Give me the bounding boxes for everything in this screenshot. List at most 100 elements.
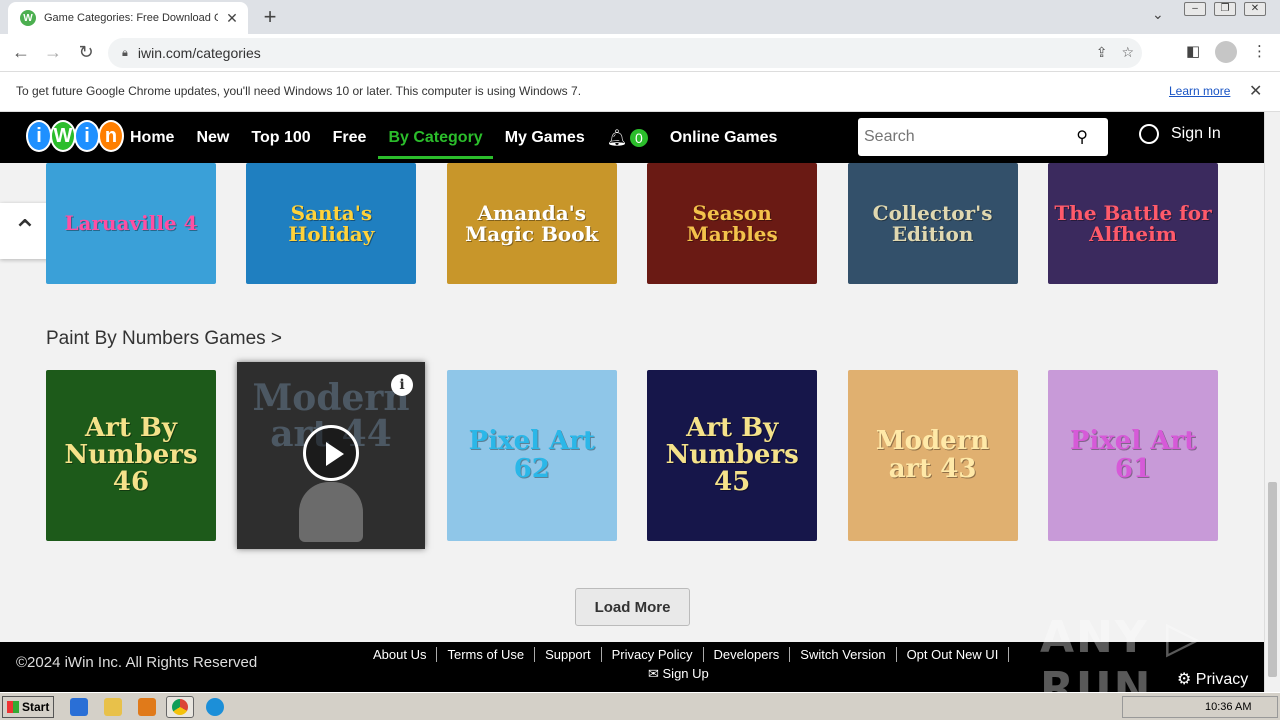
search-input[interactable] bbox=[864, 128, 1064, 146]
footer-link[interactable]: Switch Version bbox=[790, 647, 897, 662]
nav-home[interactable]: Home bbox=[130, 112, 174, 163]
windows-taskbar: Start 10:36 AM bbox=[0, 692, 1280, 720]
explorer-folder-icon[interactable] bbox=[104, 698, 122, 716]
logo-letter: i bbox=[26, 120, 52, 152]
logo-letter: W bbox=[50, 120, 76, 152]
game-tile[interactable]: Laruaville 4 bbox=[46, 163, 216, 284]
minimize-icon[interactable]: – bbox=[1184, 2, 1206, 16]
footer-link[interactable]: Support bbox=[535, 647, 602, 662]
back-arrow-icon[interactable]: ← bbox=[10, 42, 32, 63]
nav-online-games[interactable]: Online Games bbox=[670, 112, 778, 163]
play-video-icon[interactable] bbox=[303, 425, 359, 481]
game-tile[interactable]: Season Marbles bbox=[647, 163, 818, 284]
lock-icon: 🔒︎ bbox=[122, 46, 128, 59]
owl-artwork bbox=[299, 482, 363, 542]
infobar-close-icon[interactable]: ✕ bbox=[1249, 81, 1262, 101]
menu-kebab-icon[interactable]: ⋮ bbox=[1252, 42, 1267, 60]
scroll-to-top-button[interactable]: ⌃ bbox=[0, 203, 50, 259]
edge-icon[interactable] bbox=[206, 698, 224, 716]
user-icon bbox=[1139, 124, 1159, 144]
clock: 10:36 AM bbox=[1205, 701, 1252, 713]
notification-count-badge: 0 bbox=[630, 128, 648, 147]
ie-icon[interactable] bbox=[70, 698, 88, 716]
section-title-paint-by-numbers[interactable]: Paint By Numbers Games > bbox=[46, 328, 282, 350]
footer-link[interactable]: Privacy Policy bbox=[602, 647, 704, 662]
learn-more-link[interactable]: Learn more bbox=[1169, 84, 1230, 98]
media-player-icon[interactable] bbox=[138, 698, 156, 716]
restore-icon[interactable]: ❐ bbox=[1214, 2, 1236, 16]
game-tile[interactable]: Amanda's Magic Book bbox=[446, 163, 617, 284]
game-title: Pixel Art 61 bbox=[1069, 426, 1197, 484]
sign-in-label: Sign In bbox=[1171, 125, 1221, 142]
logo-letter: i bbox=[74, 120, 100, 152]
game-title: The Battle for Alfheim bbox=[1054, 200, 1212, 246]
search-icon[interactable]: ⚲ bbox=[1076, 127, 1088, 147]
footer-link[interactable]: Developers bbox=[704, 647, 791, 662]
share-icon[interactable]: ⇪ bbox=[1096, 44, 1108, 61]
chrome-update-infobar: To get future Google Chrome updates, you… bbox=[0, 72, 1280, 112]
nav-my-games[interactable]: My Games bbox=[505, 112, 585, 163]
url-text: iwin.com/categories bbox=[137, 45, 261, 61]
chevron-up-icon: ⌃ bbox=[12, 214, 38, 248]
game-title: Art By Numbers 45 bbox=[665, 412, 799, 498]
start-button[interactable]: Start bbox=[2, 696, 54, 718]
omnibox-actions: ⇪ ☆ bbox=[1096, 44, 1134, 61]
copyright-text: ©2024 iWin Inc. All Rights Reserved bbox=[16, 654, 258, 671]
game-title: Laruaville 4 bbox=[64, 211, 198, 235]
new-tab-icon[interactable]: + bbox=[258, 4, 282, 30]
info-icon[interactable]: i bbox=[391, 374, 413, 396]
system-tray: 10:36 AM bbox=[1122, 696, 1278, 718]
reload-icon[interactable]: ↻ bbox=[75, 42, 97, 63]
game-tile[interactable]: Modern art 43 bbox=[847, 370, 1018, 541]
infobar-message: To get future Google Chrome updates, you… bbox=[16, 84, 582, 98]
chrome-icon bbox=[172, 699, 188, 715]
footer-link[interactable]: Opt Out New UI bbox=[897, 647, 1010, 662]
game-tile[interactable]: Pixel Art 61 bbox=[1048, 370, 1218, 541]
game-tile[interactable]: Santa's Holiday bbox=[246, 163, 417, 284]
bookmark-star-icon[interactable]: ☆ bbox=[1121, 44, 1134, 61]
game-title: Modern art 43 bbox=[875, 426, 990, 484]
footer-link[interactable]: Terms of Use bbox=[437, 647, 536, 662]
game-title: Season Marbles bbox=[686, 200, 778, 246]
game-tile-hovered[interactable]: Modern art 44 i bbox=[237, 362, 425, 549]
close-window-icon[interactable]: ✕ bbox=[1244, 2, 1266, 16]
page-scrollbar[interactable] bbox=[1264, 112, 1280, 692]
window-controls: – ❐ ✕ bbox=[1184, 2, 1266, 16]
nav-links: Home New Top 100 Free By Category My Gam… bbox=[130, 112, 777, 163]
game-tile[interactable]: Art By Numbers 45 bbox=[647, 370, 818, 541]
bell-icon: 🔔︎ bbox=[606, 129, 628, 147]
footer-link[interactable]: About Us bbox=[363, 647, 438, 662]
game-row-top: Laruaville 4 Santa's Holiday Amanda's Magi… bbox=[46, 163, 1218, 284]
game-title: Santa's Holiday bbox=[288, 200, 375, 246]
game-row-paint-by-numbers: Art By Numbers 46Modern art 44Pixel Art … bbox=[46, 370, 1218, 541]
game-tile[interactable]: Pixel Art 62 bbox=[446, 370, 617, 541]
start-label: Start bbox=[22, 700, 50, 714]
load-more-button[interactable]: Load More bbox=[575, 588, 690, 626]
logo-letter: n bbox=[98, 120, 124, 152]
nav-new[interactable]: New bbox=[196, 112, 229, 163]
chrome-taskbar-button[interactable] bbox=[166, 696, 194, 718]
browser-tab[interactable]: W Game Categories: Free Download G ✕ bbox=[8, 2, 248, 34]
profile-avatar-icon[interactable] bbox=[1215, 41, 1237, 63]
sign-in-button[interactable]: Sign In bbox=[1139, 124, 1221, 144]
forward-arrow-icon[interactable]: → bbox=[42, 42, 64, 63]
browser-toolbar: ← → ↻ 🔒︎ iwin.com/categories ⇪ ☆ ◧ ⋮ bbox=[0, 34, 1280, 72]
nav-by-category[interactable]: By Category bbox=[378, 112, 493, 163]
game-tile[interactable]: Art By Numbers 46 bbox=[46, 370, 216, 541]
footer-links: About Us Terms of Use Support Privacy Polic… bbox=[363, 647, 1010, 662]
address-bar[interactable]: 🔒︎ iwin.com/categories ⇪ ☆ bbox=[108, 38, 1142, 68]
game-tile[interactable]: The Battle for Alfheim bbox=[1048, 163, 1218, 284]
tab-search-chevron-icon[interactable]: ⌄ bbox=[1152, 6, 1164, 23]
game-title: Amanda's Magic Book bbox=[465, 200, 599, 246]
game-title: Art By Numbers 46 bbox=[64, 412, 198, 498]
iwin-logo[interactable]: iWin bbox=[26, 120, 124, 152]
nav-top-100[interactable]: Top 100 bbox=[251, 112, 310, 163]
game-tile[interactable]: Collector's Edition bbox=[847, 163, 1018, 284]
nav-free[interactable]: Free bbox=[333, 112, 367, 163]
site-search: ⚲ bbox=[858, 118, 1108, 156]
close-tab-icon[interactable]: ✕ bbox=[224, 10, 240, 27]
sign-up-link[interactable]: ✉ Sign Up bbox=[648, 666, 709, 682]
tab-title: Game Categories: Free Download G bbox=[44, 12, 218, 24]
notifications-button[interactable]: 🔔︎ 0 bbox=[607, 128, 648, 148]
side-panel-icon[interactable]: ◧ bbox=[1186, 42, 1200, 60]
